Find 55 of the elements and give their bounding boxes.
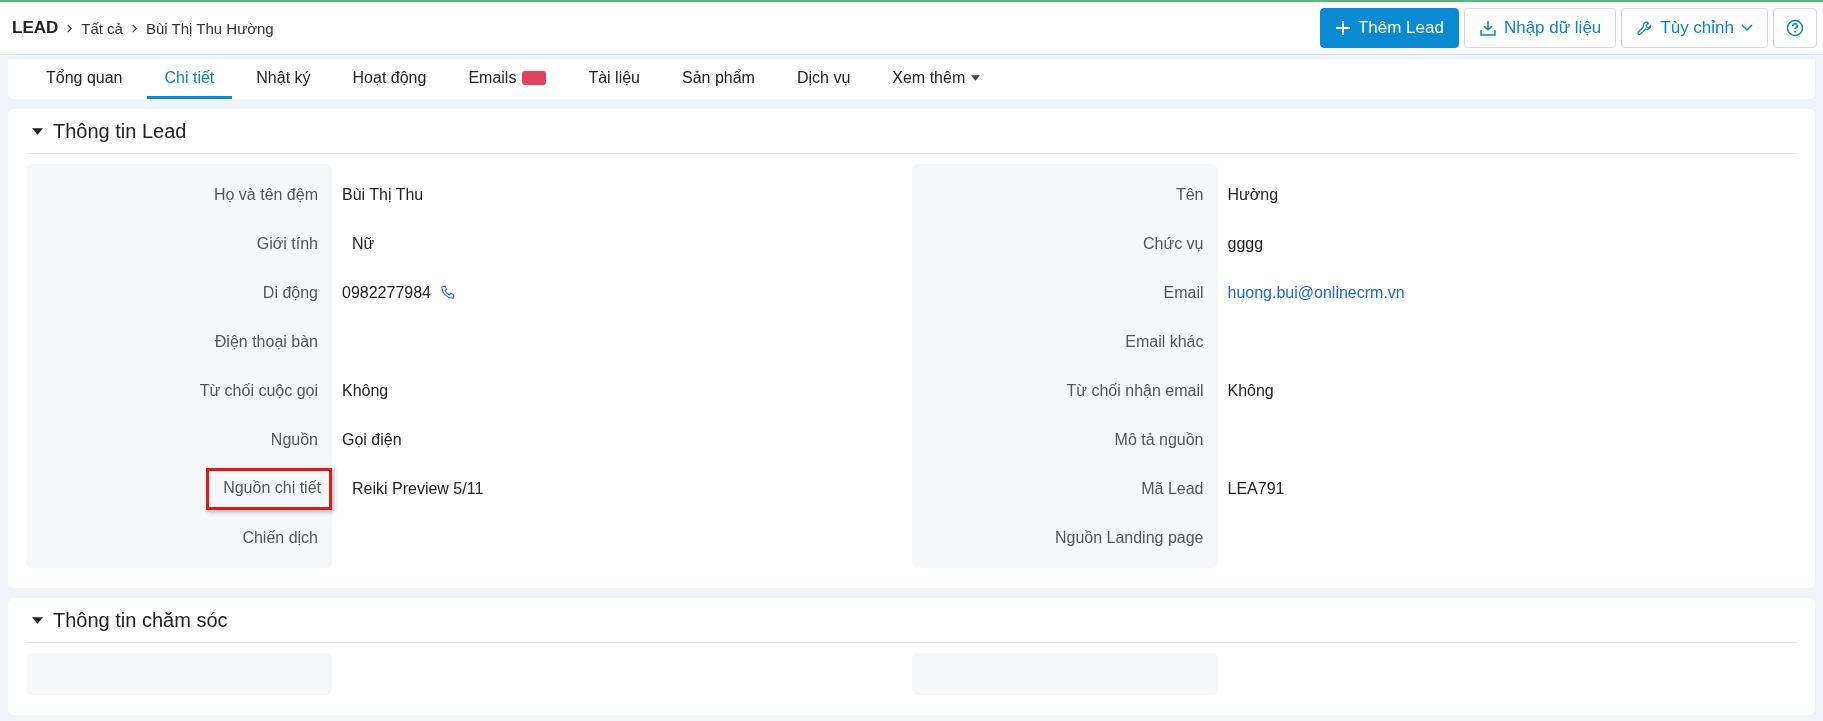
field-value: Không <box>1227 381 1274 400</box>
tab[interactable]: Tổng quan <box>28 59 141 99</box>
field-label: Nguồn Landing page <box>1054 528 1204 547</box>
field-label: Di động <box>262 283 318 302</box>
field-value: Gọi điện <box>342 430 402 449</box>
section-title: Thông tin Lead <box>53 119 187 143</box>
phone-icon[interactable] <box>440 285 455 300</box>
wrench-icon <box>1636 19 1654 37</box>
customize-button[interactable]: Tùy chỉnh <box>1621 8 1768 48</box>
tab[interactable]: Nhật ký <box>238 59 329 99</box>
field-label: Chức vụ <box>1143 234 1204 253</box>
help-icon <box>1786 19 1804 37</box>
field-value: Nữ <box>351 234 375 253</box>
email-link[interactable]: huong.bui@onlinecrm.vn <box>1227 283 1405 302</box>
tab[interactable]: Xem thêm <box>874 59 999 99</box>
tab[interactable]: Chi tiết <box>146 59 233 99</box>
tab[interactable]: Hoạt động <box>334 59 445 99</box>
caret-icon <box>1741 24 1753 32</box>
download-icon <box>1478 19 1497 37</box>
breadcrumb-item: Bùi Thị Thu Hường <box>145 19 274 37</box>
field-label: Họ và tên đệm <box>213 185 318 204</box>
section-title: Thông tin chăm sóc <box>53 608 228 632</box>
field-label: Giới tính <box>256 234 318 253</box>
breadcrumb-item[interactable]: Tất cả <box>81 19 123 37</box>
field-label: Từ chối cuộc gọi <box>199 381 318 400</box>
tab[interactable]: Sản phẩm <box>664 59 773 99</box>
field-label: Mô tả nguồn <box>1114 430 1204 449</box>
field-value: gggg <box>1227 234 1264 253</box>
field-value: Reiki Preview 5/11 <box>351 479 484 498</box>
field-value: Bùi Thị Thu <box>342 185 424 204</box>
field-value: LEA791 <box>1227 479 1285 498</box>
import-button[interactable]: Nhập dữ liệu <box>1463 8 1617 48</box>
chevron-right-icon <box>65 22 75 34</box>
chevron-right-icon <box>129 22 139 34</box>
module-title: LEAD <box>12 18 59 38</box>
caret-icon[interactable] <box>32 616 43 624</box>
field-value: Không <box>342 381 389 400</box>
field-value: 0982277984 <box>342 283 431 302</box>
field-label: Chiến dịch <box>242 528 318 547</box>
tab[interactable]: Emails <box>450 59 565 99</box>
caret-icon[interactable] <box>32 127 43 135</box>
field-label: Email <box>1163 283 1204 302</box>
field-label: Email khác <box>1125 332 1204 351</box>
field-label: Điện thoại bàn <box>214 332 318 351</box>
plus-icon <box>1334 20 1351 36</box>
tab[interactable]: Tài liệu <box>570 59 658 99</box>
field-label: Nguồn chi tiết <box>223 478 321 497</box>
field-label: Tên <box>1175 185 1204 204</box>
field-label: Mã Lead <box>1141 479 1204 498</box>
field-label: Nguồn <box>270 430 318 449</box>
tab[interactable]: Dịch vụ <box>778 59 869 99</box>
field-label: Từ chối nhận email <box>1066 381 1204 400</box>
add-lead-button[interactable]: Thêm Lead <box>1319 8 1459 48</box>
help-button[interactable] <box>1773 8 1817 48</box>
field-value: Hường <box>1227 185 1279 204</box>
